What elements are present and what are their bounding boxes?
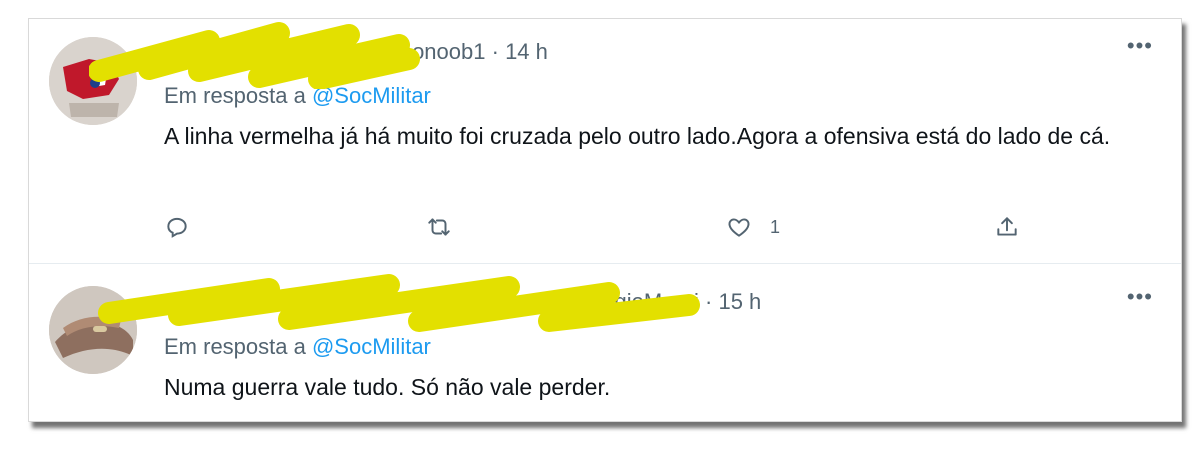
tweet-text: Numa guerra vale tudo. Só não vale perde…: [164, 374, 611, 400]
share-button[interactable]: [994, 209, 1020, 245]
tweet-text: A linha vermelha já há muito foi cruzada…: [164, 123, 1111, 149]
reply-prefix: Em resposta a: [164, 334, 306, 359]
avatar[interactable]: [49, 286, 137, 374]
tweet-thread-card: Su @supremonoob1 · 14 h ••• Em resposta …: [28, 18, 1182, 422]
retweet-icon: [428, 218, 450, 236]
reply-mention-link[interactable]: @SocMilitar: [312, 334, 431, 359]
like-button[interactable]: 1: [726, 209, 780, 245]
separator: ·: [705, 289, 713, 314]
display-name[interactable]: Alegro tr: [164, 289, 256, 314]
tweet-header: Alegro tr @SergioMorai · 15 h: [164, 289, 761, 315]
reply-context: Em resposta a @SocMilitar: [164, 334, 431, 360]
tweet-actions: 1: [164, 209, 1024, 245]
handle[interactable]: @SergioMorai: [558, 289, 699, 314]
more-options-icon[interactable]: •••: [1127, 33, 1153, 59]
more-options-icon[interactable]: •••: [1127, 284, 1153, 310]
separator: ·: [491, 39, 499, 64]
like-count: 1: [770, 216, 781, 237]
reply-button[interactable]: [164, 209, 190, 245]
display-name[interactable]: Su: [164, 39, 192, 64]
timestamp[interactable]: 14 h: [505, 39, 548, 64]
reply-icon: [167, 217, 187, 238]
timestamp[interactable]: 15 h: [718, 289, 761, 314]
handle[interactable]: @supremonoob1: [316, 39, 485, 64]
reply-prefix: Em resposta a: [164, 83, 306, 108]
share-icon: [997, 217, 1017, 236]
tweet-1[interactable]: Su @supremonoob1 · 14 h ••• Em resposta …: [29, 19, 1181, 264]
reply-context: Em resposta a @SocMilitar: [164, 83, 431, 109]
reply-mention-link[interactable]: @SocMilitar: [312, 83, 431, 108]
retweet-button[interactable]: [426, 209, 452, 245]
avatar[interactable]: [49, 37, 137, 125]
heart-icon: [728, 218, 750, 237]
tweet-header: Su @supremonoob1 · 14 h: [164, 39, 548, 65]
tweet-2[interactable]: Alegro tr @SergioMorai · 15 h ••• Em res…: [29, 264, 1181, 421]
